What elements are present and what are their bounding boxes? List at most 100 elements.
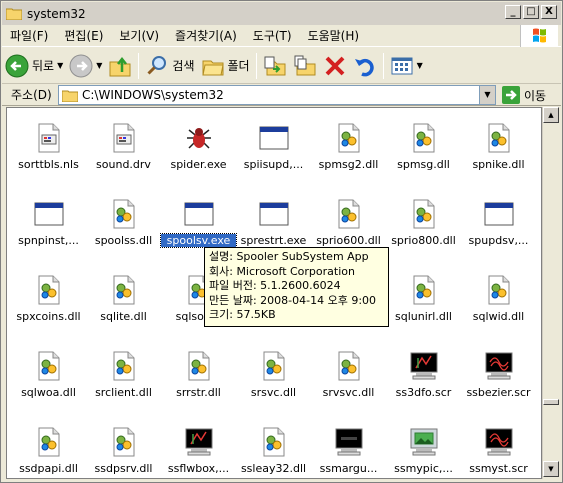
undo-button[interactable]: [350, 51, 380, 81]
file-name: spnpinst,...: [18, 234, 79, 247]
screensaver-picture-icon: [408, 426, 440, 458]
back-label: 뒤로: [32, 59, 55, 73]
file-item[interactable]: ssmypic,...: [386, 412, 461, 478]
delete-button[interactable]: [320, 51, 350, 81]
file-name: spmsg.dll: [397, 158, 450, 171]
address-input[interactable]: C:\WINDOWS\system32 ▼: [58, 85, 496, 105]
menu-file[interactable]: 파일(F): [2, 27, 56, 44]
file-name: srrstr.dll: [176, 386, 221, 399]
file-name: ssdpapi.dll: [19, 462, 78, 475]
forward-button[interactable]: ▼: [66, 51, 105, 81]
file-name: ssmyst.scr: [469, 462, 528, 475]
file-item[interactable]: spupdsv,...: [461, 184, 536, 254]
file-item[interactable]: ssmargu...: [311, 412, 386, 478]
chevron-down-icon[interactable]: ▼: [96, 61, 102, 70]
move-to-button[interactable]: [260, 51, 290, 81]
file-name: spxcoins.dll: [16, 310, 81, 323]
minimize-button[interactable]: _: [505, 5, 521, 19]
dll-icon: [108, 350, 140, 382]
scroll-thumb[interactable]: [543, 399, 559, 405]
menu-tools[interactable]: 도구(T): [245, 27, 300, 44]
menu-help[interactable]: 도움말(H): [300, 27, 368, 44]
dll-icon: [483, 122, 515, 154]
file-item[interactable]: spnike.dll: [461, 108, 536, 178]
file-name: spupdsv,...: [468, 234, 529, 247]
file-info-tooltip: 설명: Spooler SubSystem App 회사: Microsoft …: [204, 247, 389, 327]
address-dropdown-button[interactable]: ▼: [479, 86, 495, 104]
windows-logo: [520, 25, 558, 47]
file-item[interactable]: spmsg2.dll: [311, 108, 386, 178]
app-window-icon: [483, 198, 515, 230]
vertical-scrollbar[interactable]: ▲ ▼: [542, 107, 559, 479]
file-name: spmsg2.dll: [318, 158, 379, 171]
file-name: ssbezier.scr: [466, 386, 531, 399]
back-button[interactable]: 뒤로 ▼: [2, 51, 66, 81]
search-icon: [147, 55, 167, 75]
file-name: ss3dfo.scr: [395, 386, 452, 399]
scroll-up-button[interactable]: ▲: [543, 107, 559, 123]
file-item[interactable]: spxcoins.dll: [11, 260, 86, 330]
file-item[interactable]: ss3dfo.scr: [386, 336, 461, 406]
scroll-down-button[interactable]: ▼: [543, 461, 559, 477]
file-name: sqlwid.dll: [472, 310, 525, 323]
file-item[interactable]: spnpinst,...: [11, 184, 86, 254]
file-name: sorttbls.nls: [18, 158, 79, 171]
file-item[interactable]: srsvc.dll: [236, 336, 311, 406]
file-name: sqlunirl.dll: [395, 310, 452, 323]
search-button[interactable]: 검색: [142, 51, 197, 81]
spider-icon: [183, 122, 215, 154]
chevron-down-icon[interactable]: ▼: [417, 61, 423, 70]
dll-icon: [108, 198, 140, 230]
file-item[interactable]: spmsg.dll: [386, 108, 461, 178]
menu-edit[interactable]: 편집(E): [56, 27, 111, 44]
file-item[interactable]: srrstr.dll: [161, 336, 236, 406]
go-arrow-icon: [502, 86, 520, 104]
file-item[interactable]: spoolsv.exe: [160, 184, 237, 254]
file-item[interactable]: ssmyst.scr: [461, 412, 536, 478]
folders-button[interactable]: 폴더: [198, 51, 253, 81]
file-item[interactable]: sprio600.dll: [311, 184, 386, 254]
copy-to-folder-icon: [294, 55, 316, 75]
screensaver-icon: [408, 350, 440, 382]
file-item[interactable]: ssdpapi.dll: [11, 412, 86, 478]
file-item[interactable]: sorttbls.nls: [11, 108, 86, 178]
menu-view[interactable]: 보기(V): [111, 27, 167, 44]
views-button[interactable]: ▼: [387, 51, 426, 81]
close-button[interactable]: X: [541, 5, 557, 19]
folder-icon: [6, 8, 22, 20]
file-item[interactable]: srclient.dll: [86, 336, 161, 406]
file-item[interactable]: ssdpsrv.dll: [86, 412, 161, 478]
screensaver-icon: [183, 426, 215, 458]
file-item[interactable]: sprio800.dll: [386, 184, 461, 254]
file-item[interactable]: sound.drv: [86, 108, 161, 178]
tooltip-company: 회사: Microsoft Corporation: [209, 264, 355, 278]
dll-icon: [333, 198, 365, 230]
chevron-down-icon[interactable]: ▼: [57, 61, 63, 70]
file-item[interactable]: ssflwbox,...: [161, 412, 236, 478]
explorer-window: system32 _ □ X 파일(F) 편집(E) 보기(V) 즐겨찾기(A)…: [0, 0, 563, 483]
menu-favorites[interactable]: 즐겨찾기(A): [167, 27, 245, 44]
copy-to-button[interactable]: [290, 51, 320, 81]
file-item[interactable]: sqlunirl.dll: [386, 260, 461, 330]
file-item[interactable]: ssbezier.scr: [461, 336, 536, 406]
up-folder-button[interactable]: [105, 51, 135, 81]
file-item[interactable]: spider.exe: [161, 108, 236, 178]
file-item[interactable]: spiisupd,...: [236, 108, 311, 178]
title-bar[interactable]: system32 _ □ X: [2, 2, 561, 25]
file-name: sprestrt.exe: [240, 234, 307, 247]
file-item[interactable]: sqlwoa.dll: [11, 336, 86, 406]
file-item[interactable]: ssleay32.dll: [236, 412, 311, 478]
file-item[interactable]: srvsvc.dll: [311, 336, 386, 406]
file-name: ssflwbox,...: [167, 462, 230, 475]
file-item[interactable]: sqlite.dll: [86, 260, 161, 330]
app-window-icon: [258, 122, 290, 154]
file-name: sqlite.dll: [100, 310, 147, 323]
maximize-button[interactable]: □: [523, 5, 539, 19]
file-item[interactable]: spoolss.dll: [86, 184, 161, 254]
file-item[interactable]: sprestrt.exe: [236, 184, 311, 254]
go-button[interactable]: 이동: [502, 85, 546, 105]
file-name: sprio600.dll: [316, 234, 381, 247]
window-title: system32: [27, 6, 86, 21]
file-item[interactable]: sqlwid.dll: [461, 260, 536, 330]
file-name: spiisupd,...: [243, 158, 304, 171]
